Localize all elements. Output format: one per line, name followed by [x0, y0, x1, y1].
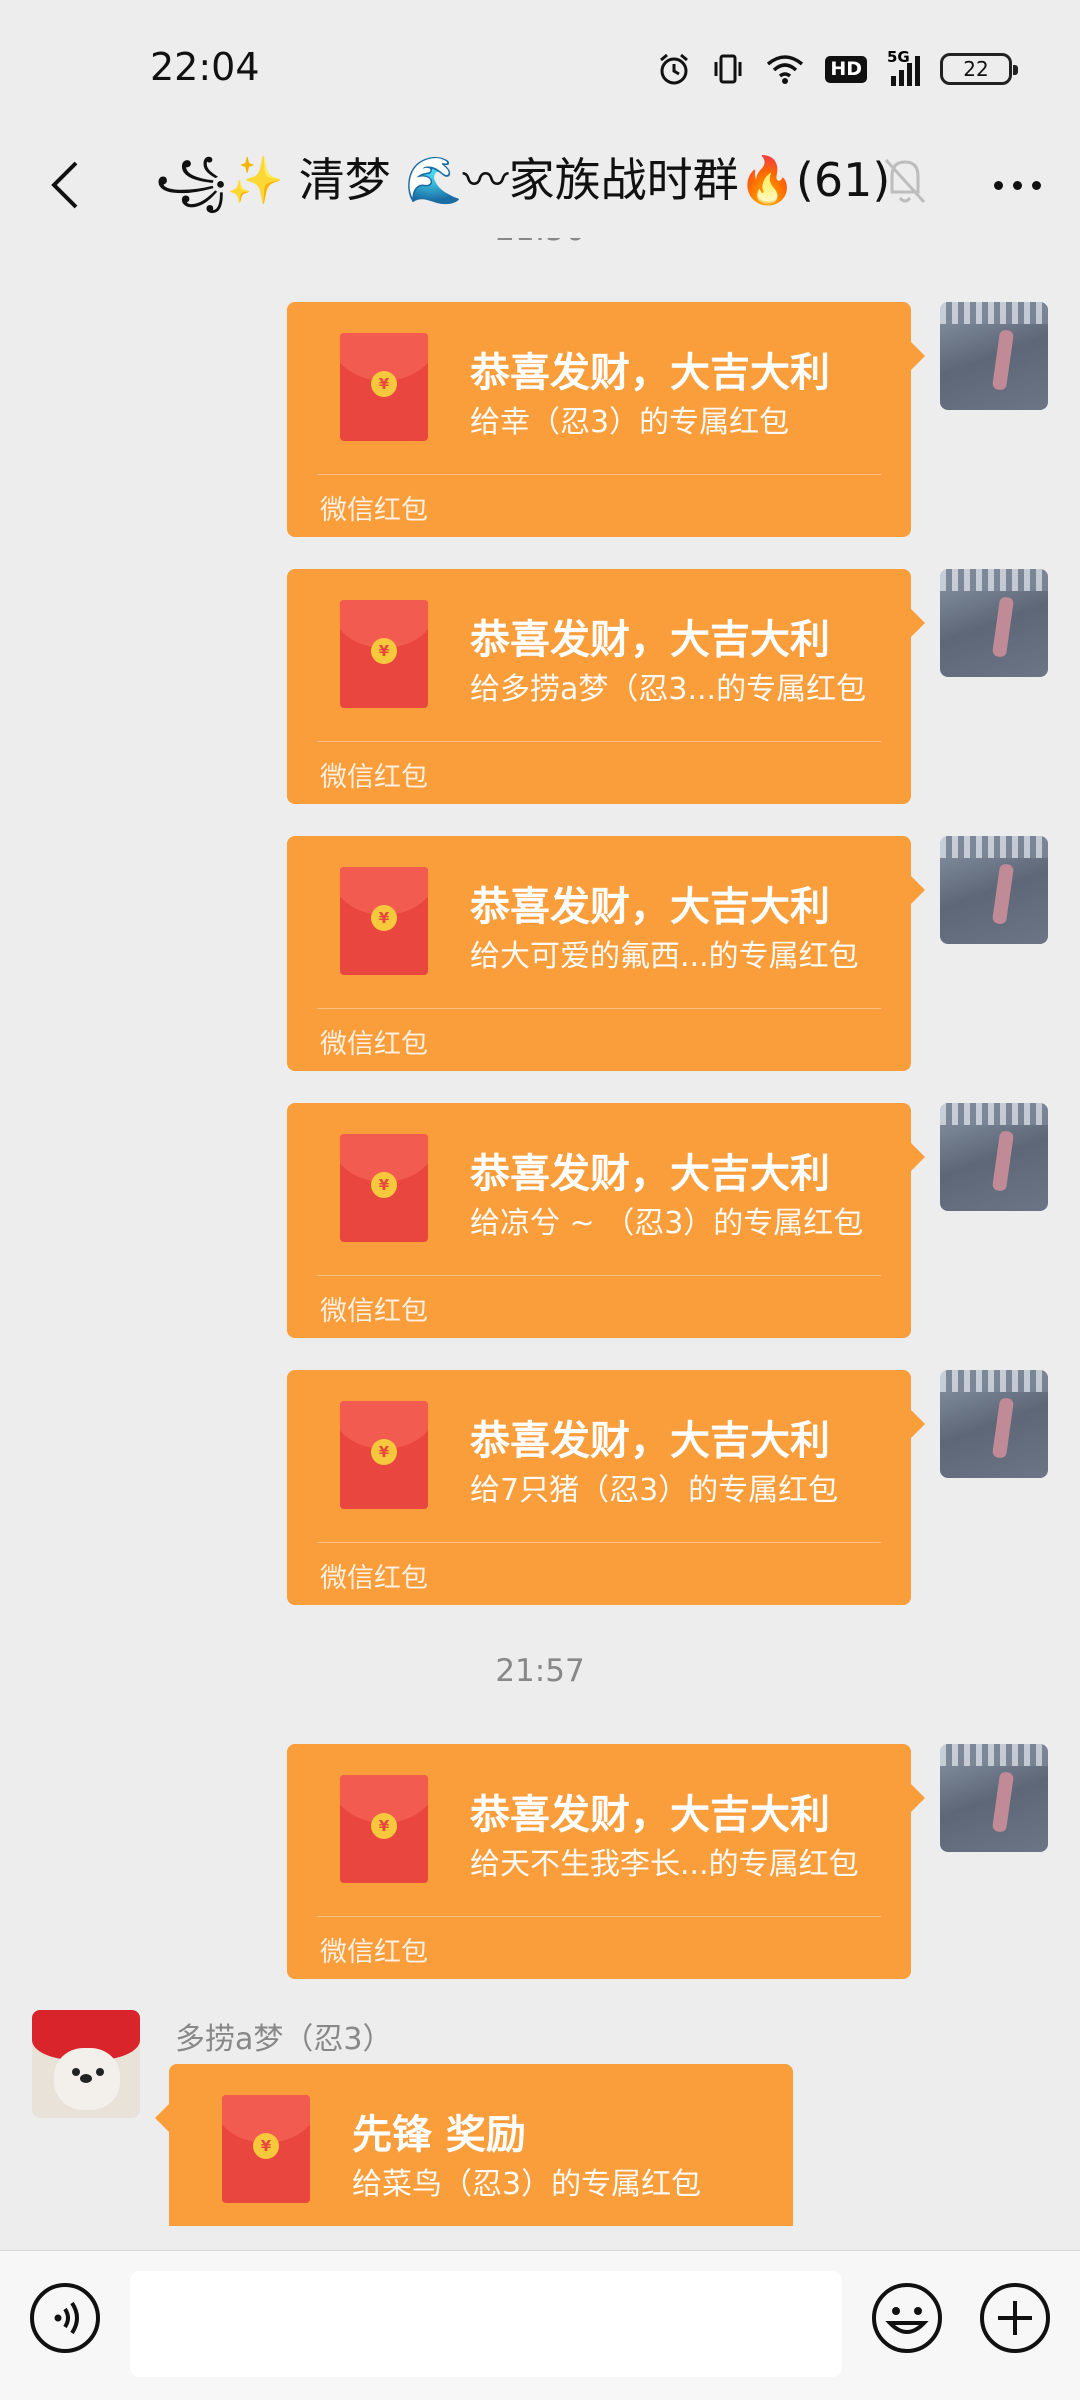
red-packet-message[interactable]: ¥ 恭喜发财，大吉大利 给7只猪（忍3）的专属红包 微信红包	[287, 1370, 925, 1605]
my-avatar[interactable]	[940, 1370, 1048, 1478]
battery-level: 22	[963, 57, 989, 81]
message-input[interactable]	[130, 2271, 842, 2377]
red-packet-subtitle: 给7只猪（忍3）的专属红包	[470, 1473, 839, 1508]
chat-header: ꧁✨ 清梦 🌊〰家族战时群🔥(61)	[0, 130, 1080, 238]
my-avatar[interactable]	[940, 1103, 1048, 1211]
my-avatar[interactable]	[940, 302, 1048, 410]
red-packet-subtitle: 给幸（忍3）的专属红包	[470, 405, 790, 440]
my-avatar[interactable]	[940, 1744, 1048, 1852]
status-time: 22:04	[150, 45, 260, 89]
red-envelope-icon: ¥	[340, 867, 428, 975]
red-packet-title: 先锋 奖励	[352, 2112, 526, 2158]
status-icons: HD 5G 22	[657, 48, 1018, 86]
back-button[interactable]	[30, 150, 100, 220]
red-packet-subtitle: 给天不生我李长...的专属红包	[470, 1847, 859, 1882]
sender-avatar[interactable]	[32, 2010, 140, 2118]
voice-icon[interactable]	[28, 2281, 102, 2355]
sender-name: 多捞a梦（忍3）	[175, 2022, 393, 2057]
red-packet-message[interactable]: ¥ 恭喜发财，大吉大利 给天不生我李长...的专属红包 微信红包	[287, 1744, 925, 1979]
divider	[317, 1008, 881, 1009]
red-packet-subtitle: 给凉兮 ~ （忍3）的专属红包	[470, 1206, 864, 1241]
timestamp: 21:56	[0, 238, 1080, 248]
more-button[interactable]	[982, 160, 1052, 210]
divider	[317, 741, 881, 742]
red-packet-title: 恭喜发财，大吉大利	[470, 1418, 830, 1464]
red-envelope-icon: ¥	[340, 1401, 428, 1509]
my-avatar[interactable]	[940, 836, 1048, 944]
red-packet-title: 恭喜发财，大吉大利	[470, 350, 830, 396]
red-envelope-icon: ¥	[222, 2095, 310, 2203]
red-packet-title: 恭喜发财，大吉大利	[470, 884, 830, 930]
red-packet-footer: 微信红包	[320, 1296, 428, 1327]
divider	[317, 1916, 881, 1917]
red-packet-message[interactable]: ¥ 恭喜发财，大吉大利 给凉兮 ~ （忍3）的专属红包 微信红包	[287, 1103, 925, 1338]
more-dots-icon	[993, 180, 1003, 190]
network-type: 5G	[887, 48, 910, 66]
signal-icon: 5G	[887, 48, 920, 86]
divider	[317, 474, 881, 475]
bell-muted-icon	[884, 158, 926, 204]
chat-area[interactable]: 21:56 ¥ 恭喜发财，大吉大利 给幸（忍3）的专属红包 微信红包 ¥ 恭喜发…	[0, 238, 1080, 2226]
red-packet-subtitle: 给多捞a梦（忍3...的专属红包	[470, 672, 867, 707]
red-packet-subtitle: 给大可爱的氟西...的专属红包	[470, 939, 859, 974]
red-packet-footer: 微信红包	[320, 1029, 428, 1060]
red-envelope-icon: ¥	[340, 600, 428, 708]
divider	[317, 1275, 881, 1276]
wifi-icon	[767, 55, 804, 84]
red-envelope-icon: ¥	[340, 333, 428, 441]
red-packet-message[interactable]: ¥ 恭喜发财，大吉大利 给大可爱的氟西...的专属红包 微信红包	[287, 836, 925, 1071]
red-packet-title: 恭喜发财，大吉大利	[470, 617, 830, 663]
hd-badge: HD	[825, 55, 867, 83]
timestamp: 21:57	[495, 1653, 585, 1689]
chat-title: ꧁✨ 清梦 🌊〰家族战时群🔥(61)	[155, 153, 891, 207]
red-packet-title: 恭喜发财，大吉大利	[470, 1792, 830, 1838]
red-packet-footer: 微信红包	[320, 762, 428, 793]
my-avatar[interactable]	[940, 569, 1048, 677]
plus-icon[interactable]	[978, 2281, 1052, 2355]
status-bar: 22:04 HD 5G 22	[0, 0, 1080, 130]
vibrate-icon	[714, 54, 742, 84]
red-envelope-icon: ¥	[340, 1775, 428, 1883]
red-packet-footer: 微信红包	[320, 1937, 428, 1968]
divider	[317, 1542, 881, 1543]
chevron-left-icon	[51, 161, 78, 209]
battery-icon: 22	[940, 53, 1018, 85]
red-packet-subtitle: 给菜鸟（忍3）的专属红包	[352, 2167, 702, 2202]
red-envelope-icon: ¥	[340, 1134, 428, 1242]
red-packet-footer: 微信红包	[320, 495, 428, 526]
alarm-icon	[660, 53, 689, 85]
red-packet-title: 恭喜发财，大吉大利	[470, 1151, 830, 1197]
red-packet-message[interactable]: ¥ 恭喜发财，大吉大利 给多捞a梦（忍3...的专属红包 微信红包	[287, 569, 925, 804]
red-packet-message[interactable]: ¥ 恭喜发财，大吉大利 给幸（忍3）的专属红包 微信红包	[287, 302, 925, 537]
red-packet-footer: 微信红包	[320, 1563, 428, 1594]
emoji-icon[interactable]	[870, 2281, 944, 2355]
red-packet-message[interactable]: ¥ 先锋 奖励 给菜鸟（忍3）的专属红包	[155, 2064, 793, 2226]
input-bar	[0, 2250, 1080, 2400]
